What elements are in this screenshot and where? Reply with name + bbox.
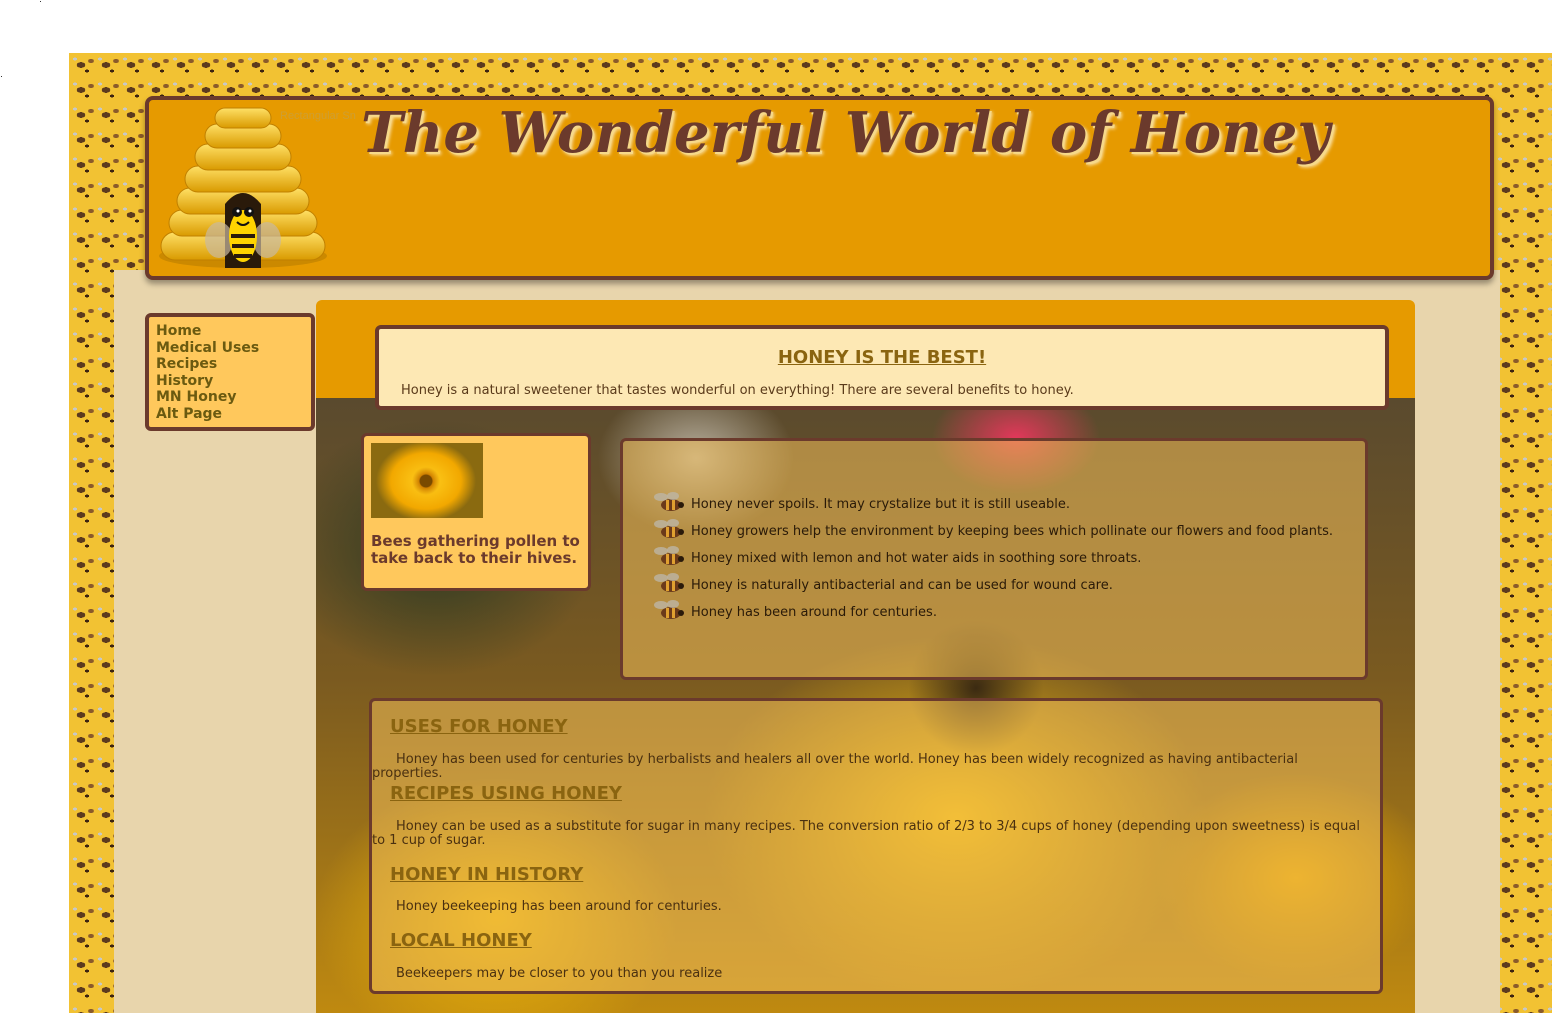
nav-link-recipes[interactable]: Recipes xyxy=(156,356,311,373)
facts-list: Honey never spoils. It may crystalize bu… xyxy=(647,491,1333,626)
fact-text: Honey never spoils. It may crystalize bu… xyxy=(691,497,1071,512)
fact-item: Honey never spoils. It may crystalize bu… xyxy=(647,491,1333,518)
site-header: Rectangular Sn The Wonderful World of Ho… xyxy=(145,96,1494,280)
fact-text: Honey is naturally antibacterial and can… xyxy=(691,578,1113,593)
fact-text: Honey growers help the environment by ke… xyxy=(691,524,1334,539)
site-title: The Wonderful World of Honey xyxy=(361,100,1330,166)
stray-dot xyxy=(40,1,41,2)
section-text-recipes: Honey can be used as a substitute for su… xyxy=(372,819,1360,848)
beehive-logo-icon xyxy=(159,107,327,268)
section-heading-recipes: RECIPES USING HONEY xyxy=(390,783,622,804)
caption-text: Bees gathering pollen to take back to th… xyxy=(371,532,580,567)
nav-menu: Home Medical Uses Recipes History MN Hon… xyxy=(145,313,315,431)
caption-box: Bees gathering pollen to take back to th… xyxy=(361,433,591,591)
main-content: HONEY IS THE BEST! Honey is a natural sw… xyxy=(316,300,1415,1013)
intro-text: Honey is a natural sweetener that tastes… xyxy=(401,383,1074,398)
bee-bullet-icon xyxy=(654,600,684,619)
flower-photo xyxy=(371,443,483,518)
section-heading-local: LOCAL HONEY xyxy=(390,930,532,951)
ghost-label: Rectangular Sn xyxy=(280,110,356,122)
fact-item: Honey has been around for centuries. xyxy=(647,599,1333,626)
nav-link-alt-page[interactable]: Alt Page xyxy=(156,406,311,423)
fact-text: Honey mixed with lemon and hot water aid… xyxy=(691,551,1142,566)
section-text-local: Beekeepers may be closer to you than you… xyxy=(396,966,723,981)
bee-pattern-background: Rectangular Sn The Wonderful World of Ho… xyxy=(69,53,1552,1013)
section-heading-uses: USES FOR HONEY xyxy=(390,716,568,737)
facts-box: Honey never spoils. It may crystalize bu… xyxy=(620,438,1368,680)
bee-bullet-icon xyxy=(654,546,684,565)
nav-link-mn-honey[interactable]: MN Honey xyxy=(156,389,311,406)
bee-bullet-icon xyxy=(654,519,684,538)
nav-link-medical-uses[interactable]: Medical Uses xyxy=(156,340,311,357)
intro-heading: HONEY IS THE BEST! xyxy=(777,347,987,368)
section-text-history: Honey beekeeping has been around for cen… xyxy=(396,899,722,914)
nav-link-history[interactable]: History xyxy=(156,373,311,390)
fact-item: Honey is naturally antibacterial and can… xyxy=(647,572,1333,599)
intro-box: HONEY IS THE BEST! Honey is a natural sw… xyxy=(375,325,1389,410)
sections-box: USES FOR HONEY Honey has been used for c… xyxy=(369,698,1383,994)
fact-text: Honey has been around for centuries. xyxy=(691,605,937,620)
stray-dot xyxy=(1,76,2,77)
fact-item: Honey mixed with lemon and hot water aid… xyxy=(647,545,1333,572)
bee-bullet-icon xyxy=(654,492,684,511)
bee-bullet-icon xyxy=(654,573,684,592)
fact-item: Honey growers help the environment by ke… xyxy=(647,518,1333,545)
section-heading-history: HONEY IN HISTORY xyxy=(390,864,584,885)
nav-link-home[interactable]: Home xyxy=(156,323,311,340)
section-text-uses: Honey has been used for centuries by her… xyxy=(372,752,1298,781)
